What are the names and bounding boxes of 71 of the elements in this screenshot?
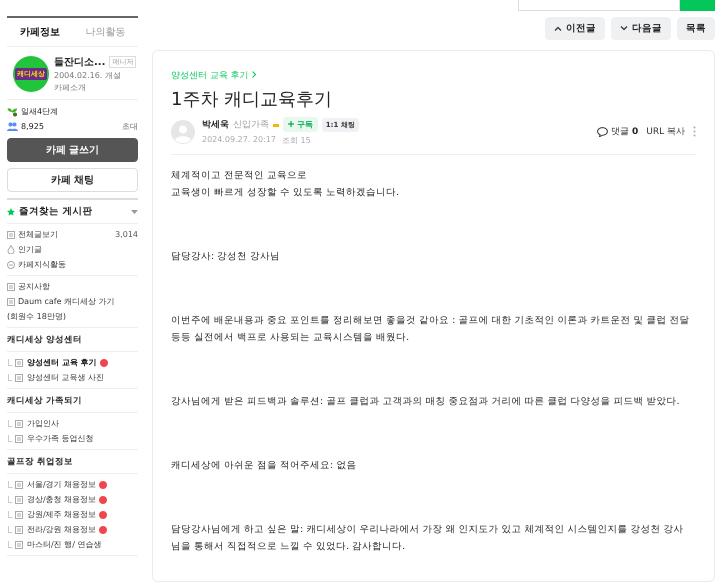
sub-board-icon: [7, 526, 24, 534]
sub-board-icon: [7, 434, 24, 442]
level-icon: [273, 122, 279, 126]
body-text: 담당강사: 강성천 강사님: [171, 250, 282, 264]
menu-group-title: 캐디세상 양성센터: [7, 331, 138, 352]
board-link[interactable]: 우수가족 등업신청: [7, 431, 138, 446]
star-icon: [7, 208, 15, 216]
board-link[interactable]: 인기글: [7, 242, 138, 257]
body-text: 캐디세상에 아쉬운 점을 적어주세요: 없음: [171, 459, 358, 473]
board-link[interactable]: Daum cafe 캐디세상 가기: [7, 294, 138, 309]
board-link[interactable]: (회원수 18만명): [7, 309, 138, 324]
menu-group-title: 캐디세상 가족되기: [7, 392, 138, 413]
body-text: 교육생이 빠르게 성장할 수 있도록 노력하겠습니다.: [171, 186, 400, 200]
comment-icon: [597, 126, 608, 136]
caret-icon[interactable]: [131, 210, 138, 214]
sub-board-icon: [7, 358, 24, 366]
nav-button[interactable]: 목록: [677, 17, 715, 40]
chevron-up-icon: [554, 26, 562, 31]
cafe-intro-link[interactable]: 카페소개: [54, 82, 136, 93]
founded-date: 2004.02.16. 개설: [54, 70, 122, 81]
sub-board-icon: [7, 420, 24, 428]
post-date: 2024.09.27. 20:17: [202, 135, 276, 146]
search-button[interactable]: [680, 0, 715, 11]
chevron-right-icon: [252, 71, 256, 78]
board-link[interactable]: 양성센터 교육 후기: [7, 355, 138, 370]
author-level: 신입가족: [233, 119, 269, 131]
article-title: 1주차 캐디교육후기: [171, 88, 334, 111]
cafe-level: 일새4단계: [21, 106, 58, 117]
url-copy-button[interactable]: URL 복사: [646, 125, 685, 138]
body-text: 이번주에 배운내용과 중요 포인트를 정리해보면 좋을것 같아요 : 골프에 대한 기초적인 이론과 카트운전 및 클럽 전달 등등 실전에서 백프로 사용되는 교육시스템을 배웠다.: [171, 314, 690, 345]
board-link[interactable]: 전라/강원 채용정보: [7, 522, 138, 537]
board-link[interactable]: 서울/경기 채용정보: [7, 477, 138, 492]
board-link[interactable]: 강원/제주 채용정보: [7, 507, 138, 522]
body-text: 담당강사님에게 하고 싶은 말: 캐디세상이 우리나라에서 가장 왜 인지도가 있고 체계적인 시스템인지를 강성천 강사님을 통해서 직접적으로 느낄 수 있었다. 감사합니다.: [171, 523, 684, 554]
cafe-name[interactable]: 들잔디소...: [54, 55, 106, 69]
body-text: 강사님에게 받은 피드백과 솔루션: 골프 클럽과 고객과의 매칭 중요점과 거리에 따른 클럽 다양성을 피드백 받았다.: [171, 395, 680, 409]
nav-button[interactable]: 다음글: [611, 17, 671, 40]
comment-button[interactable]: 댓글 0: [597, 125, 638, 138]
write-button[interactable]: 카페 글쓰기: [7, 138, 138, 162]
sub-board-icon: [7, 374, 24, 382]
board-icon: [7, 230, 15, 238]
board-icon: [7, 298, 15, 306]
avatar-icon[interactable]: [171, 120, 195, 144]
sub-board-icon: [7, 480, 24, 488]
sprout-icon: [7, 106, 18, 116]
menu-group-title: 골프장 취업정보: [7, 453, 138, 474]
sidebar-tab[interactable]: 카페정보: [7, 25, 72, 39]
board-icon: [7, 282, 15, 290]
chat-button[interactable]: 카페 채팅: [7, 168, 138, 192]
board-link[interactable]: 카페지식활동: [7, 257, 138, 272]
nav-button[interactable]: 이전글: [545, 17, 605, 40]
board-link[interactable]: 가입인사: [7, 416, 138, 431]
sub-board-icon: [7, 510, 24, 518]
view-count: 조회 15: [282, 135, 311, 146]
member-count[interactable]: 8,925: [21, 122, 44, 131]
board-link[interactable]: 전체글보기 3,014: [7, 227, 138, 242]
board-link[interactable]: 공지사항: [7, 279, 138, 294]
board-link[interactable]: 마스터/진 행/ 연습생: [7, 537, 138, 552]
invite-link[interactable]: 초대: [122, 121, 138, 132]
board-link[interactable]: 경상/충청 채용정보: [7, 492, 138, 507]
body-text: 체계적이고 전문적인 교육으로: [171, 169, 308, 183]
sub-board-icon: [7, 496, 24, 504]
board-link[interactable]: 양성센터 교육생 사진: [7, 370, 138, 385]
members-icon: [7, 122, 18, 131]
chevron-down-icon: [620, 26, 628, 31]
plus-icon: [288, 121, 294, 127]
sub-board-icon: [7, 540, 24, 548]
more-icon[interactable]: [693, 126, 696, 137]
favorites-title[interactable]: 즐겨찾는 게시판: [19, 205, 92, 218]
search-field[interactable]: [518, 0, 680, 11]
author-name[interactable]: 박세욱: [202, 118, 229, 131]
